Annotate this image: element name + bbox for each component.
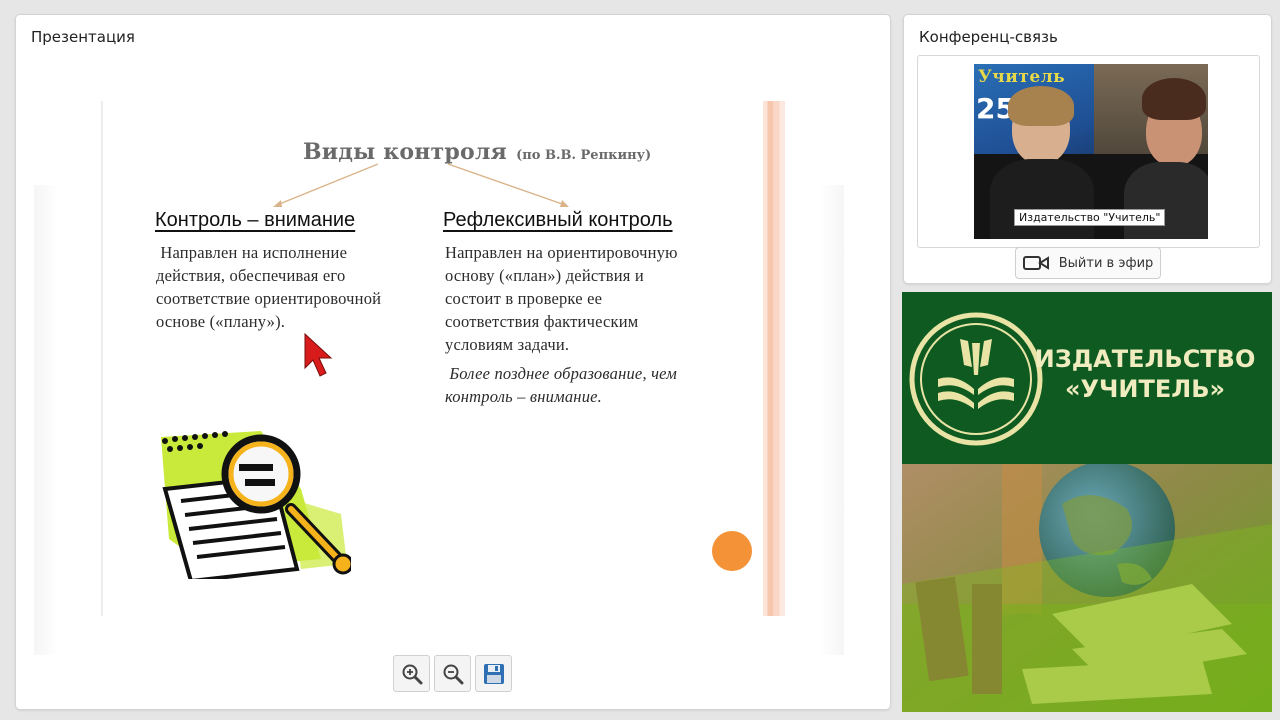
video-frame: Учитель 25 Издательство "Учитель" [917,55,1260,248]
zoom-in-button[interactable] [393,655,430,692]
text-line: основу («план») действия и [445,266,644,285]
video-camera-icon [1022,256,1049,270]
reflexive-control-text: Направлен на ориентировочную основу («пл… [445,241,678,356]
slide: Виды контроля (по В.В. Репкину) Контроль… [101,101,785,616]
magnifier-document-clipart [161,431,351,579]
video-banner-text: Учитель [978,67,1066,87]
publisher-logo-icon [909,312,1043,446]
presentation-panel-title: Презентация [31,28,135,46]
presentation-panel: Презентация Виды контроля (по В.В. Репки… [15,14,891,710]
presenter-left-body [990,159,1094,239]
text-line: условиям задачи. [445,335,570,354]
text-line: основе («плану»). [156,312,286,331]
publisher-banner-image [902,464,1272,712]
publisher-banner[interactable]: ИЗДАТЕЛЬСТВО «УЧИТЕЛЬ» [902,292,1272,712]
reflexive-control-note: Более позднее образование, чем контроль … [445,362,677,408]
slide-decor-band [763,101,785,616]
publisher-name: ИЗДАТЕЛЬСТВО «УЧИТЕЛЬ» [1030,344,1260,404]
pointer-cursor-icon [304,332,333,377]
publisher-name-line2: «УЧИТЕЛЬ» [1065,375,1225,403]
conference-panel: Конференц-связь Учитель 25 Издательство … [903,14,1272,284]
attention-control-text: Направлен на исполнение действия, обеспе… [156,241,381,333]
video-caption: Издательство "Учитель" [1014,209,1166,226]
zoom-in-icon [402,664,422,684]
conference-panel-title: Конференц-связь [919,28,1058,46]
save-icon [483,663,504,684]
text-line: соответствие ориентировочной [156,289,382,308]
slide-orange-dot [712,531,752,571]
text-line: соответствия фактическим [445,312,639,331]
go-on-air-button[interactable]: Выйти в эфир [1015,247,1161,279]
text-line: Направлен на исполнение [156,243,348,262]
zoom-out-button[interactable] [434,655,471,692]
presenter-right-body [1124,162,1208,239]
presentation-toolbar [393,655,512,692]
heading-reflexive-control: Рефлексивный контроль [443,209,673,231]
go-on-air-label: Выйти в эфир [1058,255,1154,271]
zoom-out-icon [443,664,463,684]
publisher-name-line1: ИЗДАТЕЛЬСТВО [1034,345,1256,373]
heading-attention-control: Контроль – внимание [155,209,356,231]
video-stream[interactable]: Учитель 25 Издательство "Учитель" [974,64,1208,239]
text-line: контроль – внимание. [445,387,602,406]
save-button[interactable] [475,655,512,692]
text-line: действия, обеспечивая его [156,266,346,285]
text-line: Более позднее образование, чем [445,364,678,383]
text-line: Направлен на ориентировочную [445,243,678,262]
text-line: состоит в проверке ее [445,289,603,308]
presenter-right-hair [1142,78,1206,120]
slide-arrows [273,163,569,207]
globe-and-books-illustration [902,464,1272,712]
publisher-banner-header: ИЗДАТЕЛЬСТВО «УЧИТЕЛЬ» [902,292,1272,464]
presenter-left-hair [1008,86,1074,126]
